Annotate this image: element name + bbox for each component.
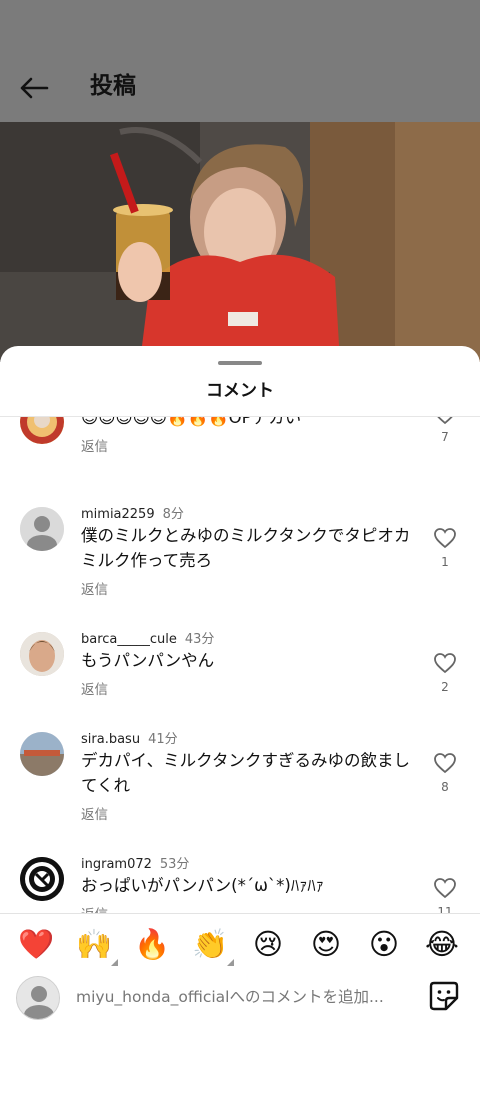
comment-text: おっぱいがパンパン(*´ω`*)ﾊｧﾊｧ xyxy=(81,876,324,895)
emoji-reaction-bar: ❤️ 🙌 🔥 👏 😢 😍 😮 😂 xyxy=(0,922,480,968)
comment-text: デカパイ、ミルクタンクすぎるみゆの飲ましてくれ xyxy=(81,751,411,795)
like-count: 11 xyxy=(437,905,453,913)
comment-time: 8分 xyxy=(162,507,184,522)
emoji-heart-eyes-button[interactable]: 😍 xyxy=(306,922,346,962)
comment-text: 僕のミルクとみゆのミルクタンクでタピオカミルク作って売ろ xyxy=(81,526,411,570)
avatar[interactable] xyxy=(20,732,64,776)
comment-meta: barca_____cule 43分 xyxy=(81,628,214,647)
post-photo xyxy=(0,122,480,362)
comment-meta: ingram072 53分 xyxy=(81,853,189,872)
sticker-button[interactable] xyxy=(428,980,460,1012)
emoji-raised-hands-icon: 🙌 xyxy=(75,927,113,961)
avatar[interactable] xyxy=(20,507,64,551)
emoji-crying-button[interactable]: 😢 xyxy=(248,922,288,962)
heart-icon[interactable] xyxy=(433,652,457,674)
divider xyxy=(0,913,480,914)
reply-link[interactable]: 返信 xyxy=(81,803,108,823)
comment-time: 43分 xyxy=(184,632,215,647)
page-title: 投稿 xyxy=(90,73,136,99)
arrow-left-icon xyxy=(20,77,49,99)
avatar[interactable] xyxy=(20,857,64,901)
username[interactable]: sira.basu xyxy=(81,732,140,747)
reply-link[interactable]: 返信 xyxy=(81,435,108,455)
username[interactable]: mimia2259 xyxy=(81,507,155,522)
heart-icon[interactable] xyxy=(433,527,457,549)
emoji-surprised-button[interactable]: 😮 xyxy=(364,922,404,962)
like-count: 7 xyxy=(441,430,449,444)
avatar xyxy=(16,976,60,1020)
comment-time: 41分 xyxy=(148,732,178,747)
comment-text: もうパンパンやん xyxy=(81,651,215,670)
sheet-title: コメント xyxy=(206,381,274,401)
username[interactable]: barca_____cule xyxy=(81,632,177,647)
comment-meta: mimia2259 8分 xyxy=(81,503,184,522)
more-variants-indicator xyxy=(227,959,234,966)
back-button[interactable] xyxy=(14,70,54,106)
reply-link[interactable]: 返信 xyxy=(81,678,108,698)
sticker-icon xyxy=(429,981,459,1011)
emoji-clap-button[interactable]: 👏 xyxy=(190,922,234,966)
comment-input-row xyxy=(0,972,480,1022)
comment-list[interactable]: natsumiss_12 😍😍😍😍😍🔥🔥🔥OPデカい 返信 7 mimia225… xyxy=(0,417,480,913)
comment-meta: sira.basu 41分 xyxy=(81,728,178,747)
emoji-raised-hands-button[interactable]: 🙌 xyxy=(74,922,118,966)
comment-time: 53分 xyxy=(159,857,190,872)
emoji-laughing-button[interactable]: 😂 xyxy=(422,922,462,962)
reply-link[interactable]: 返信 xyxy=(81,578,108,598)
heart-icon[interactable] xyxy=(433,877,457,899)
emoji-clap-icon: 👏 xyxy=(191,927,229,961)
like-count: 1 xyxy=(441,555,449,569)
heart-icon[interactable] xyxy=(433,752,457,774)
username[interactable]: ingram072 xyxy=(81,857,152,872)
avatar[interactable] xyxy=(20,417,64,444)
sheet-drag-handle[interactable] xyxy=(218,361,262,365)
more-variants-indicator xyxy=(111,959,118,966)
emoji-heart-button[interactable]: ❤️ xyxy=(16,922,56,962)
like-count: 8 xyxy=(441,780,449,794)
like-count: 2 xyxy=(441,680,449,694)
comment-input[interactable] xyxy=(76,982,406,1012)
reply-link[interactable]: 返信 xyxy=(81,903,108,913)
comment-text: 😍😍😍😍😍🔥🔥🔥OPデカい xyxy=(81,417,302,427)
emoji-fire-button[interactable]: 🔥 xyxy=(132,922,172,962)
heart-icon[interactable] xyxy=(433,417,457,425)
post-header: 投稿 xyxy=(0,0,480,122)
avatar[interactable] xyxy=(20,632,64,676)
